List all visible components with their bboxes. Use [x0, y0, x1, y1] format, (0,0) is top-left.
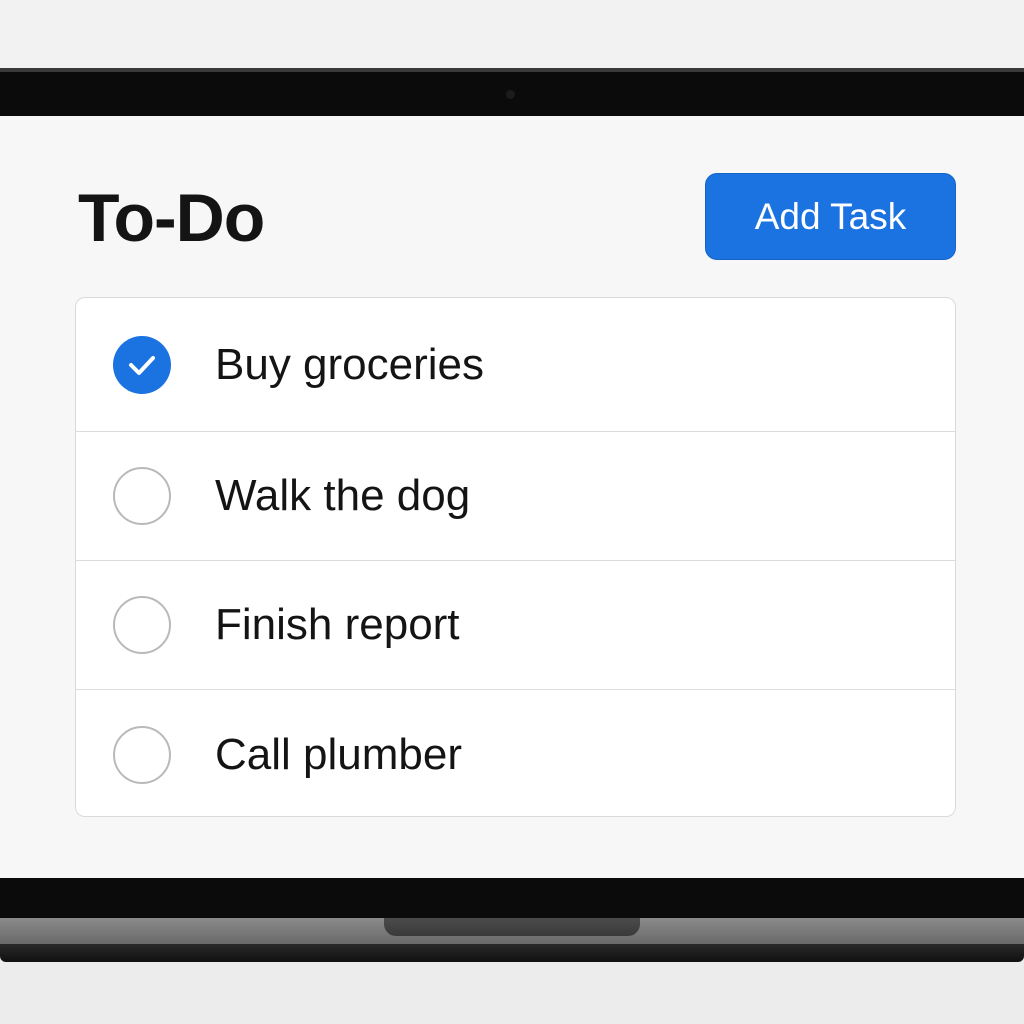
list-item[interactable]: Buy groceries	[76, 298, 955, 432]
device-bottom-bezel	[0, 878, 1024, 918]
list-item[interactable]: Walk the dog	[76, 432, 955, 561]
list-item[interactable]: Finish report	[76, 561, 955, 690]
list-item[interactable]: Call plumber	[76, 690, 955, 816]
add-task-button[interactable]: Add Task	[705, 173, 956, 260]
task-checkbox[interactable]	[113, 725, 171, 784]
task-label: Call plumber	[215, 729, 462, 779]
task-checkbox[interactable]	[113, 335, 171, 394]
camera-icon	[506, 90, 515, 99]
task-label: Buy groceries	[215, 339, 485, 389]
device-top-bezel	[0, 68, 1024, 116]
task-checkbox[interactable]	[113, 467, 171, 525]
task-list: Buy groceries Walk the dog Finish report…	[75, 297, 956, 817]
task-label: Finish report	[215, 600, 460, 649]
task-label: Walk the dog	[215, 471, 471, 520]
page-title: To-Do	[78, 180, 265, 256]
task-checkbox[interactable]	[113, 596, 171, 654]
device-hinge-notch	[384, 918, 640, 936]
checkmark-icon	[129, 355, 155, 375]
device-base-lip	[0, 944, 1024, 962]
device-mockup: To-Do Add Task Buy groceries Walk the do…	[0, 0, 1024, 1024]
